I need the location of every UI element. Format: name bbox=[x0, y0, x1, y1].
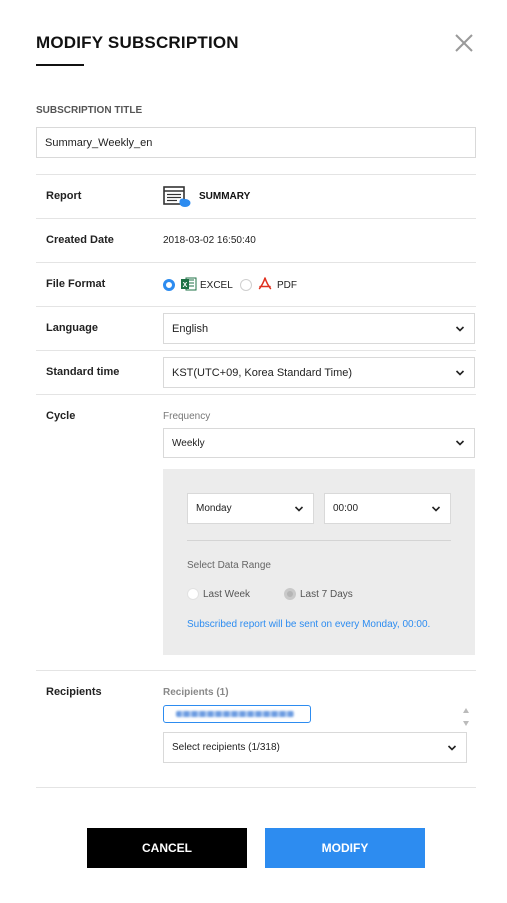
frequency-value: Weekly bbox=[172, 437, 205, 449]
radio-excel[interactable] bbox=[163, 279, 175, 291]
standard-time-value: KST(UTC+09, Korea Standard Time) bbox=[172, 366, 353, 379]
cancel-button[interactable]: CANCEL bbox=[87, 828, 247, 868]
language-label: Language bbox=[46, 322, 98, 334]
report-label: Report bbox=[46, 190, 82, 202]
divider bbox=[36, 218, 476, 219]
panel-divider bbox=[187, 540, 451, 541]
excel-icon: X bbox=[181, 277, 197, 296]
language-value: English bbox=[172, 322, 209, 335]
time-select[interactable]: 00:00 bbox=[324, 493, 451, 524]
radio-last-7-days[interactable] bbox=[284, 588, 296, 600]
pdf-label: PDF bbox=[277, 280, 297, 291]
divider bbox=[36, 262, 476, 263]
divider bbox=[36, 394, 476, 395]
language-select[interactable]: English bbox=[163, 313, 475, 344]
divider bbox=[36, 670, 476, 671]
divider bbox=[36, 174, 476, 175]
subscription-title-label: SUBSCRIPTION TITLE bbox=[36, 105, 143, 116]
divider bbox=[36, 350, 476, 351]
schedule-notice: Subscribed report will be sent on every … bbox=[187, 619, 431, 630]
created-date-label: Created Date bbox=[46, 234, 114, 246]
cycle-label: Cycle bbox=[46, 410, 76, 422]
day-value: Monday bbox=[196, 503, 232, 514]
radio-pdf[interactable] bbox=[240, 279, 252, 291]
day-select[interactable]: Monday bbox=[187, 493, 314, 524]
frequency-label: Frequency bbox=[163, 411, 211, 422]
subscription-title-input[interactable] bbox=[36, 127, 476, 158]
title-underline bbox=[36, 64, 84, 66]
standard-time-label: Standard time bbox=[46, 366, 120, 378]
excel-label: EXCEL bbox=[200, 280, 233, 291]
recipients-select-value: Select recipients (1/318) bbox=[172, 742, 280, 753]
chevron-down-icon bbox=[455, 440, 465, 446]
recipient-email-redacted bbox=[176, 711, 294, 717]
recipient-list-scrollbar[interactable] bbox=[460, 705, 472, 729]
created-date-value: 2018-03-02 16:50:40 bbox=[163, 235, 256, 246]
recipients-select[interactable]: Select recipients (1/318) bbox=[163, 732, 467, 763]
recipients-count: Recipients (1) bbox=[163, 687, 229, 698]
pdf-icon bbox=[258, 277, 272, 296]
recipients-label: Recipients bbox=[46, 686, 102, 698]
last-week-label: Last Week bbox=[203, 589, 251, 600]
last-7-days-label: Last 7 Days bbox=[300, 589, 353, 600]
data-range-label: Select Data Range bbox=[187, 560, 271, 571]
chevron-down-icon bbox=[455, 325, 465, 332]
frequency-select[interactable]: Weekly bbox=[163, 428, 475, 458]
chevron-down-icon bbox=[431, 505, 441, 512]
dialog-title: MODIFY SUBSCRIPTION bbox=[36, 33, 239, 52]
svg-text:X: X bbox=[183, 282, 188, 289]
modify-button[interactable]: MODIFY bbox=[265, 828, 425, 868]
chevron-down-icon bbox=[447, 744, 457, 751]
report-table-icon bbox=[163, 186, 191, 213]
report-name: SUMMARY bbox=[199, 191, 251, 202]
recipient-chip[interactable] bbox=[163, 705, 311, 723]
radio-last-week[interactable] bbox=[187, 588, 199, 600]
close-icon[interactable] bbox=[452, 31, 476, 55]
time-value: 00:00 bbox=[333, 503, 359, 514]
file-format-label: File Format bbox=[46, 278, 106, 290]
chevron-down-icon bbox=[455, 369, 465, 376]
chevron-down-icon bbox=[294, 505, 304, 512]
divider bbox=[36, 787, 476, 788]
standard-time-select[interactable]: KST(UTC+09, Korea Standard Time) bbox=[163, 357, 475, 388]
divider bbox=[36, 306, 476, 307]
